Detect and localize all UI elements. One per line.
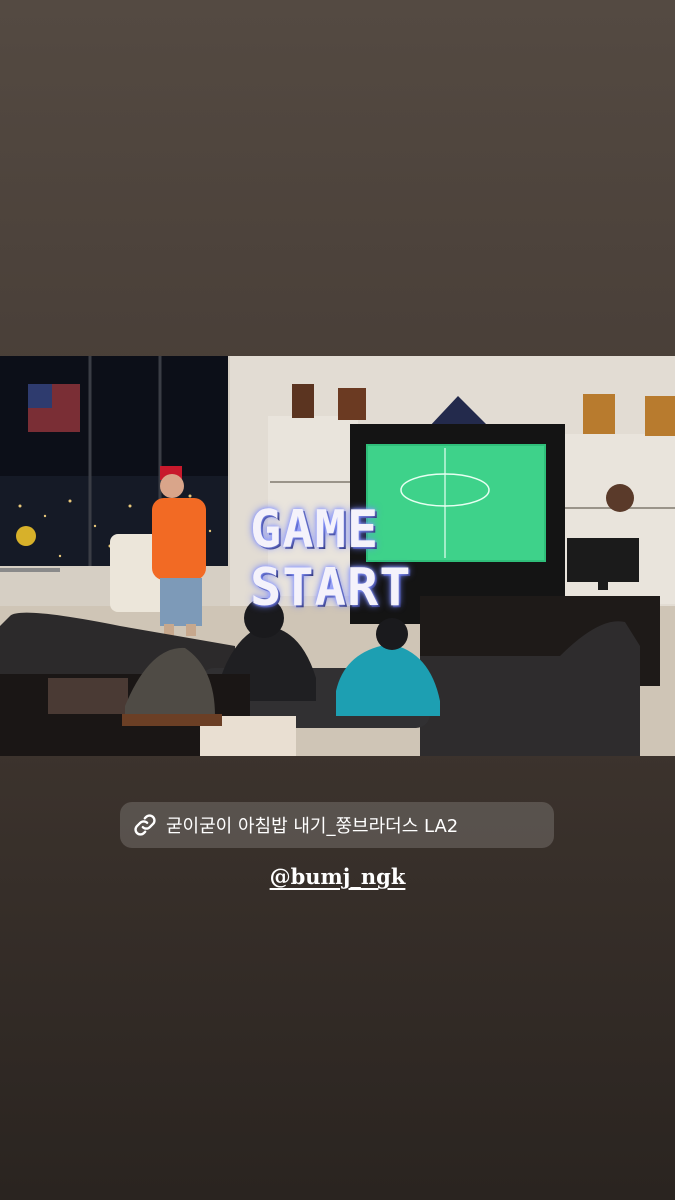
- link-sticker-label: 굳이굳이 아침밥 내기_쭝브라더스 LA2: [166, 816, 459, 837]
- link-icon: [132, 812, 158, 838]
- game-start-text-line1: GAME: [250, 500, 380, 560]
- game-start-text-line2: START: [250, 558, 412, 618]
- link-sticker[interactable]: 굳이굳이 아침밥 내기_쭝브라더스 LA2: [120, 802, 554, 848]
- mention-sticker[interactable]: @bumj_ngk: [0, 864, 675, 889]
- story-photo: GAME START: [0, 356, 675, 756]
